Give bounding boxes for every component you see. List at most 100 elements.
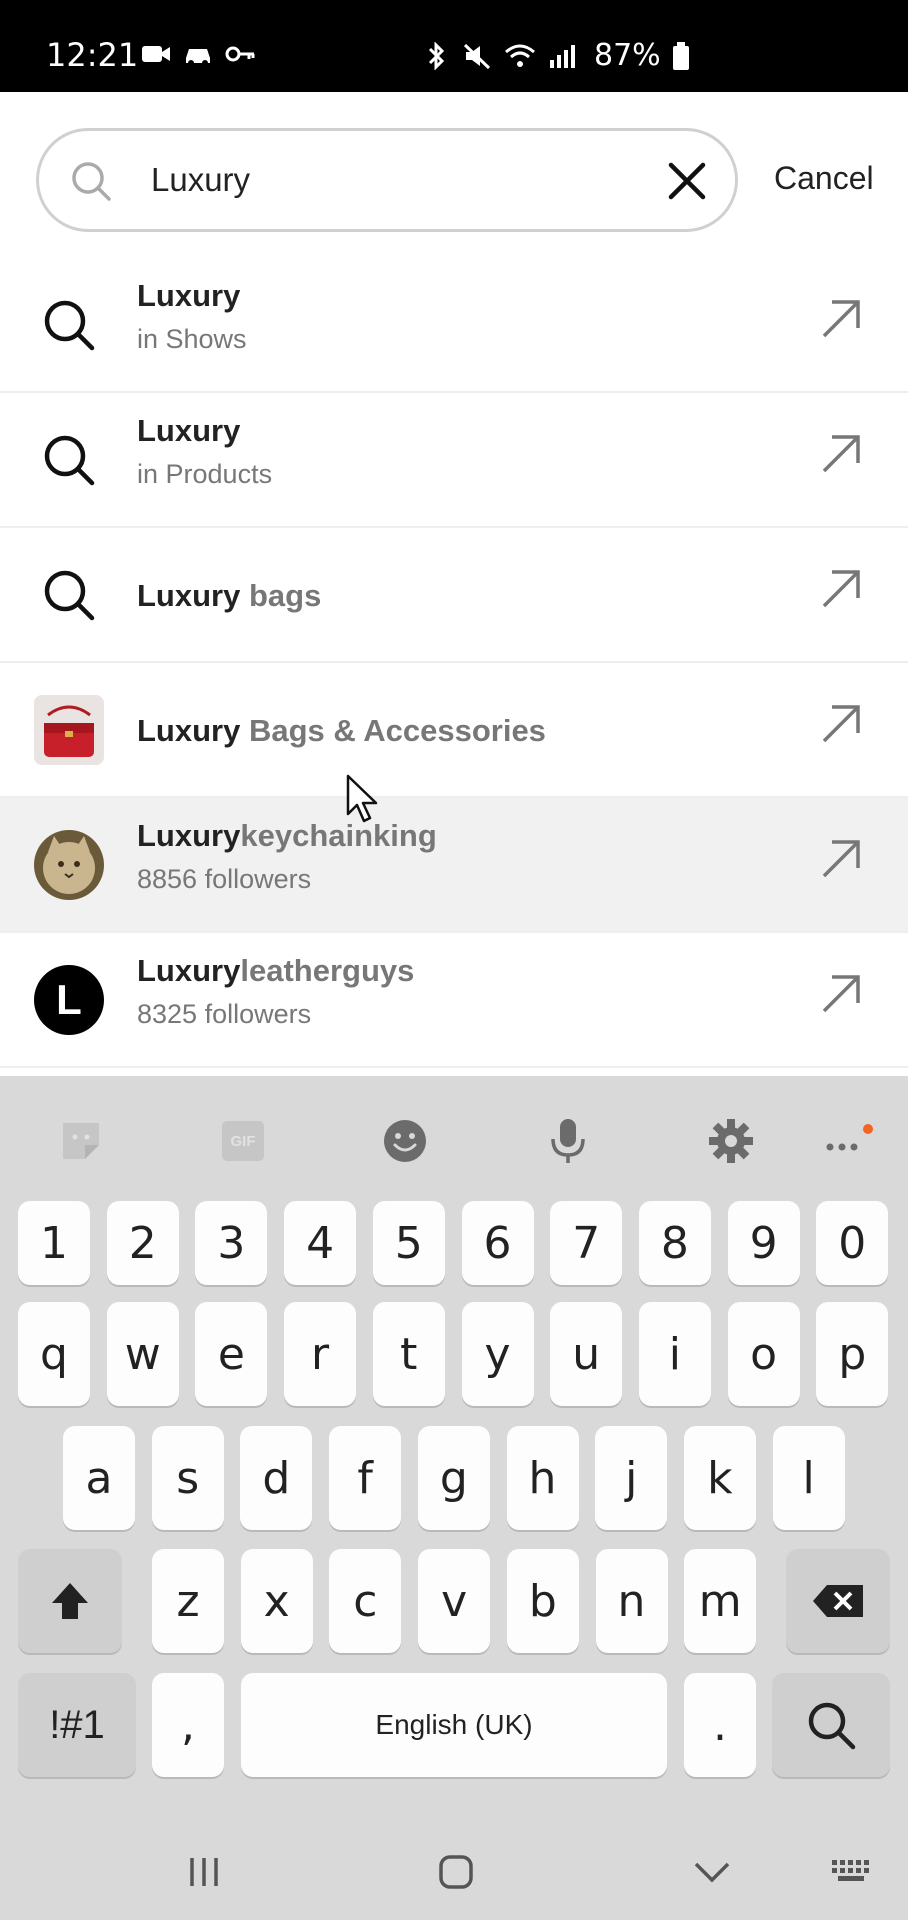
follower-count: 8325 followers (137, 999, 312, 1029)
search-icon (44, 435, 95, 486)
suggestion-row-luxury-bags[interactable]: Luxury bags (0, 528, 908, 663)
wifi-icon (505, 44, 535, 67)
arrow-up-right-icon[interactable] (820, 838, 862, 880)
user-row-luxuryleatherguys[interactable]: L Luxuryleatherguys 8325 followers (0, 933, 908, 1068)
clear-search-icon[interactable] (667, 161, 707, 201)
key-3[interactable]: 3 (195, 1201, 268, 1285)
key-f[interactable]: f (329, 1426, 402, 1530)
suggestion-row-luxury-bags-accessories[interactable]: Luxury Bags & Accessories (0, 663, 908, 798)
suggestion-subtitle: in Products (137, 459, 273, 489)
video-icon (142, 46, 170, 62)
key-2[interactable]: 2 (106, 1201, 179, 1285)
period-key[interactable]: . (684, 1673, 756, 1777)
follower-count: 8856 followers (137, 864, 312, 894)
comma-key[interactable]: , (152, 1673, 224, 1777)
key-9[interactable]: 9 (727, 1201, 800, 1285)
key-c[interactable]: c (329, 1549, 402, 1653)
letter-l-avatar: L (34, 965, 104, 1035)
gif-icon[interactable]: GIF (218, 1116, 268, 1166)
key-i[interactable]: i (638, 1302, 711, 1406)
key-n[interactable]: n (595, 1549, 668, 1653)
red-bag-thumbnail (34, 695, 104, 765)
symbols-key[interactable]: !#1 (18, 1673, 136, 1777)
more-icon[interactable] (822, 1116, 874, 1166)
key-8[interactable]: 8 (638, 1201, 711, 1285)
key-x[interactable]: x (240, 1549, 313, 1653)
suggestion-title: Luxury bags (137, 578, 322, 613)
recent-apps-icon[interactable] (184, 1852, 224, 1892)
key-b[interactable]: b (506, 1549, 579, 1653)
key-4[interactable]: 4 (284, 1201, 357, 1285)
suggestion-title: Luxury Bags & Accessories (137, 713, 546, 748)
search-icon (808, 1702, 856, 1750)
key-u[interactable]: u (550, 1302, 623, 1406)
search-icon (44, 300, 95, 351)
key-7[interactable]: 7 (550, 1201, 623, 1285)
arrow-up-right-icon[interactable] (820, 298, 862, 340)
backspace-icon (813, 1585, 863, 1617)
key-q[interactable]: q (18, 1302, 90, 1406)
user-name: Luxuryleatherguys (137, 953, 415, 988)
search-results-list: Luxury in Shows Luxury in Products Luxur… (0, 258, 908, 1068)
backspace-key[interactable] (786, 1549, 890, 1653)
key-z[interactable]: z (152, 1549, 224, 1653)
suggestion-row-luxury-products[interactable]: Luxury in Products (0, 393, 908, 528)
emoji-icon[interactable] (380, 1116, 430, 1166)
settings-gear-icon[interactable] (706, 1116, 756, 1166)
keyboard-toolbar: GIF (0, 1076, 908, 1196)
key-6[interactable]: 6 (461, 1201, 534, 1285)
status-bar: 12:21 87% (0, 0, 908, 92)
search-input[interactable]: Luxury (36, 128, 738, 232)
user-name: Luxurykeychainking (137, 818, 437, 853)
key-5[interactable]: 5 (372, 1201, 445, 1285)
key-s[interactable]: s (151, 1426, 224, 1530)
suggestion-subtitle: in Shows (137, 324, 247, 354)
mute-icon (463, 43, 491, 69)
arrow-up-right-icon[interactable] (820, 433, 862, 475)
key-0[interactable]: 0 (816, 1201, 889, 1285)
suggestion-title: Luxury (137, 413, 241, 448)
bluetooth-icon (428, 41, 445, 70)
key-y[interactable]: y (461, 1302, 534, 1406)
shift-icon (52, 1583, 88, 1619)
suggestion-title: Luxury (137, 278, 241, 313)
key-a[interactable]: a (63, 1426, 135, 1530)
key-r[interactable]: r (284, 1302, 357, 1406)
key-g[interactable]: g (417, 1426, 490, 1530)
suggestion-row-luxury-shows[interactable]: Luxury in Shows (0, 258, 908, 393)
search-icon (44, 570, 95, 621)
search-enter-key[interactable] (772, 1673, 890, 1777)
search-query-text[interactable]: Luxury (151, 161, 250, 199)
cat-avatar (34, 830, 104, 900)
key-d[interactable]: d (240, 1426, 313, 1530)
key-1[interactable]: 1 (18, 1201, 90, 1285)
car-icon (186, 49, 210, 66)
key-o[interactable]: o (727, 1302, 800, 1406)
sticker-icon[interactable] (56, 1116, 106, 1166)
key-m[interactable]: m (684, 1549, 757, 1653)
cancel-button[interactable]: Cancel (774, 160, 874, 197)
battery-icon (672, 41, 689, 70)
key-k[interactable]: k (683, 1426, 756, 1530)
key-t[interactable]: t (372, 1302, 445, 1406)
on-screen-keyboard: GIF 1234567890 qwertyuiop asdfghjkl zxcvbnm… (0, 1076, 908, 1832)
user-row-luxurykeychainking[interactable]: Luxurykeychainking 8856 followers (0, 798, 908, 933)
arrow-up-right-icon[interactable] (820, 568, 862, 610)
microphone-icon[interactable] (543, 1116, 593, 1166)
key-h[interactable]: h (506, 1426, 579, 1530)
space-key[interactable]: English (UK) (241, 1673, 667, 1777)
arrow-up-right-icon[interactable] (820, 973, 862, 1015)
key-p[interactable]: p (816, 1302, 889, 1406)
home-icon[interactable] (436, 1852, 476, 1892)
key-v[interactable]: v (418, 1549, 491, 1653)
key-l[interactable]: l (772, 1426, 845, 1530)
key-e[interactable]: e (195, 1302, 268, 1406)
notification-dot (863, 1124, 873, 1134)
key-w[interactable]: w (106, 1302, 179, 1406)
shift-key[interactable] (18, 1549, 122, 1653)
navigation-bar (0, 1832, 908, 1920)
back-icon[interactable] (690, 1852, 734, 1892)
key-j[interactable]: j (595, 1426, 668, 1530)
keyboard-switch-icon[interactable] (830, 1852, 876, 1892)
arrow-up-right-icon[interactable] (820, 703, 862, 745)
